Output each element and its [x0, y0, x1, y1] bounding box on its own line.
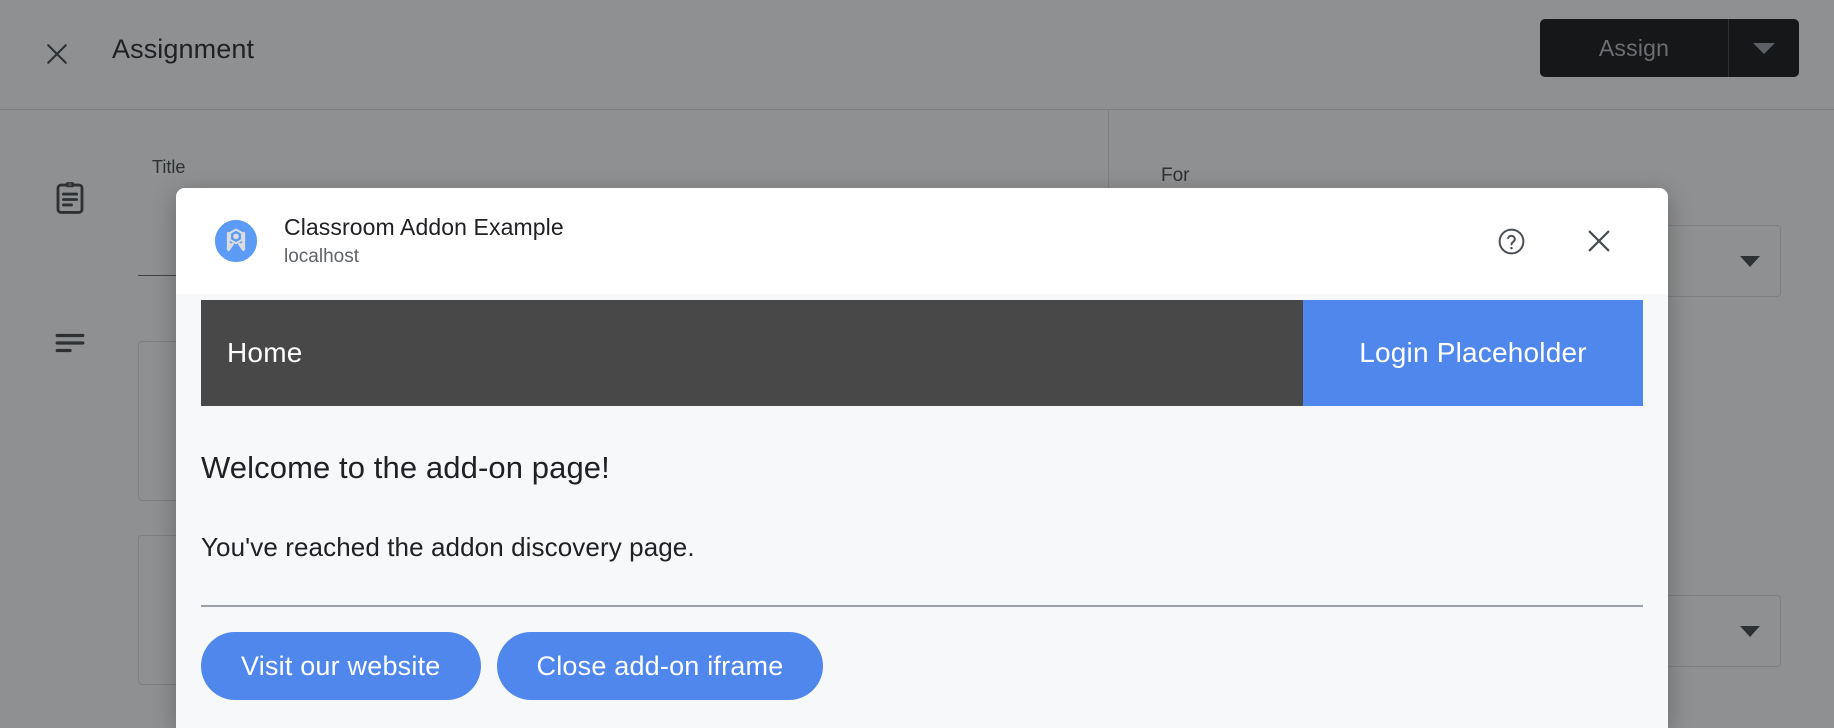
nav-login-label: Login Placeholder: [1359, 337, 1587, 368]
addon-dialog: Classroom Addon Example localhost Home L…: [176, 188, 1668, 728]
close-addon-iframe-button[interactable]: Close add-on iframe: [496, 632, 824, 700]
addon-navbar: Home Login Placeholder: [201, 300, 1643, 406]
visit-website-button[interactable]: Visit our website: [201, 632, 481, 700]
addon-origin: localhost: [284, 245, 359, 267]
close-addon-dialog-button[interactable]: [1578, 220, 1620, 262]
addon-action-buttons: Visit our website Close add-on iframe: [201, 632, 1643, 700]
help-circle-icon[interactable]: [1490, 220, 1532, 262]
nav-item-login-placeholder[interactable]: Login Placeholder: [1303, 300, 1643, 406]
addon-header-actions: [1490, 220, 1620, 262]
addon-app-icon: [214, 219, 258, 263]
welcome-heading: Welcome to the add-on page!: [201, 450, 610, 485]
addon-header-text: Classroom Addon Example localhost: [284, 213, 1490, 269]
navbar-left: Home: [201, 300, 1303, 406]
content-divider: [201, 605, 1643, 607]
nav-item-home[interactable]: Home: [227, 337, 303, 369]
addon-iframe-content: Home Login Placeholder Welcome to the ad…: [176, 294, 1668, 728]
welcome-subtext: You've reached the addon discovery page.: [201, 532, 695, 562]
addon-dialog-header: Classroom Addon Example localhost: [176, 188, 1668, 294]
addon-name: Classroom Addon Example: [284, 213, 564, 240]
